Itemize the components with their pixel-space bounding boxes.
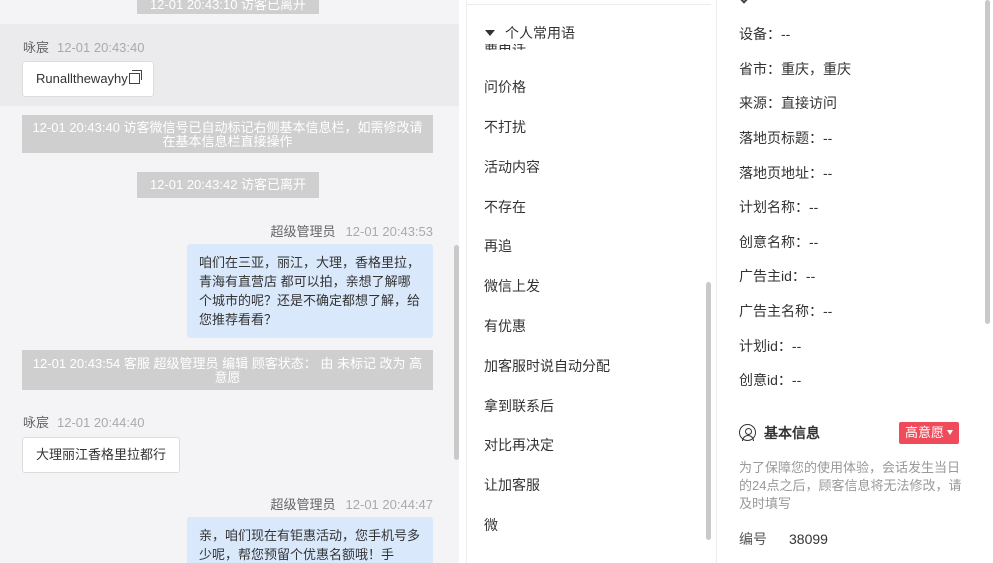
chat-scrollbar[interactable] — [454, 245, 459, 460]
field-label: 落地页标题： — [739, 130, 823, 146]
field-value: -- — [791, 372, 802, 388]
field-label: 落地页地址： — [739, 165, 823, 181]
divider — [467, 4, 711, 5]
info-field-source: 来源：直接访问 — [739, 93, 837, 113]
phrase-item[interactable]: 不存在 — [484, 197, 526, 217]
field-label: 广告主id： — [739, 268, 806, 284]
field-label: 来源： — [739, 95, 781, 111]
visitor-message-bubble[interactable]: Runallthewayhy — [22, 61, 154, 97]
field-label: 编号 — [739, 531, 767, 547]
system-message: 12-01 20:43:10 访客已离开 — [137, 0, 319, 14]
message-text: Runallthewayhy — [36, 71, 128, 86]
phrase-item[interactable]: 活动内容 — [484, 157, 540, 177]
basic-info-title: 基本信息 — [739, 423, 820, 443]
caret-down-icon — [485, 30, 495, 36]
field-value: -- — [809, 199, 819, 215]
phrases-group-header[interactable]: 个人常用语 — [485, 22, 583, 44]
phrase-item[interactable]: 不打扰 — [484, 117, 526, 137]
message-meta: 超级管理员 12-01 20:44:47 — [271, 494, 433, 513]
sender-name: 咏宸 — [23, 415, 50, 430]
phrase-item[interactable]: 有优惠 — [484, 316, 526, 336]
message-time: 12-01 20:44:47 — [345, 497, 433, 512]
system-message: 12-01 20:43:54 客服 超级管理员 编辑 顾客状态： 由 未标记 改… — [22, 350, 433, 390]
sender-name: 咏宸 — [23, 40, 50, 55]
info-field-creative-id: 创意id：-- — [739, 370, 801, 390]
customer-number: 编号 38099 — [739, 529, 828, 549]
message-time: 12-01 20:43:40 — [57, 40, 145, 55]
info-field-landing-url: 落地页地址：-- — [739, 163, 832, 183]
phrases-panel: 要电话 个人常用语 问价格 不打扰 活动内容 不存在 再追 微信上发 有优惠 加… — [466, 0, 711, 563]
info-field-device: 设备：-- — [739, 24, 790, 44]
field-value: -- — [805, 268, 816, 284]
phrases-scrollbar[interactable] — [706, 282, 711, 540]
intent-status-dropdown[interactable]: 高意愿 — [899, 422, 960, 444]
message-text: 咱们在三亚，丽江，大理，香格里拉，青海有直营店 都可以拍，亲想了解哪个城市的呢？… — [199, 255, 421, 327]
chat-panel: 12-01 20:43:10 访客已离开 咏宸 12-01 20:43:40 Ru… — [0, 0, 459, 563]
agent-message-bubble[interactable]: 亲，咱们现在有钜惠活动，您手机号多少呢，帮您预留个优惠名额哦！手 — [187, 517, 433, 563]
phrase-item[interactable]: 加客服时说自动分配 — [484, 356, 610, 376]
sender-name: 超级管理员 — [270, 224, 336, 239]
sender-name: 超级管理员 — [270, 497, 336, 512]
phrase-item[interactable]: 问价格 — [484, 77, 526, 97]
message-meta: 超级管理员 12-01 20:43:53 — [271, 221, 433, 240]
field-label: 计划名称： — [739, 199, 809, 215]
info-field-province-city: 省市：重庆，重庆 — [739, 59, 851, 79]
section-title-text: 基本信息 — [764, 425, 820, 441]
system-message: 12-01 20:43:42 访客已离开 — [137, 172, 319, 198]
intent-status-label: 高意愿 — [905, 425, 945, 440]
phrases-group-label: 个人常用语 — [505, 25, 575, 41]
info-field-plan-name: 计划名称：-- — [739, 197, 818, 217]
field-value: 重庆，重庆 — [781, 61, 851, 77]
copy-icon[interactable] — [128, 70, 142, 84]
field-label: 省市： — [739, 61, 781, 77]
phrase-item[interactable]: 再追 — [484, 236, 512, 256]
field-value: -- — [823, 303, 833, 319]
message-time: 12-01 20:44:40 — [57, 415, 145, 430]
caret-down-icon — [947, 430, 954, 435]
phrase-item[interactable]: 微信上发 — [484, 276, 540, 296]
user-circle-icon — [739, 424, 756, 441]
chevron-icon[interactable] — [738, 0, 750, 4]
field-label: 广告主名称： — [739, 303, 823, 319]
info-panel: 设备：-- 省市：重庆，重庆 来源：直接访问 落地页标题：-- 落地页地址：--… — [717, 0, 993, 563]
field-label: 创意名称： — [739, 234, 809, 250]
field-value: -- — [823, 165, 833, 181]
field-label: 创意id： — [739, 372, 792, 388]
info-field-advertiser-id: 广告主id：-- — [739, 266, 815, 286]
app-root: 12-01 20:43:10 访客已离开 咏宸 12-01 20:43:40 Ru… — [0, 0, 993, 563]
phrase-item[interactable]: 微 — [484, 515, 498, 535]
field-value: 38099 — [789, 531, 828, 547]
field-value: -- — [791, 338, 802, 354]
info-note: 为了保障您的使用体验，会话发生当日的24点之后，顾客信息将无法修改，请及时填写 — [739, 460, 962, 511]
info-field-landing-title: 落地页标题：-- — [739, 128, 832, 148]
message-time: 12-01 20:43:53 — [345, 224, 433, 239]
info-field-advertiser-name: 广告主名称：-- — [739, 301, 832, 321]
message-meta: 咏宸 12-01 20:44:40 — [23, 412, 144, 431]
field-label: 设备： — [739, 26, 781, 42]
message-text: 大理丽江香格里拉都行 — [36, 447, 167, 462]
field-value: -- — [823, 130, 833, 146]
field-value: -- — [781, 26, 791, 42]
message-text: 亲，咱们现在有钜惠活动，您手机号多少呢，帮您预留个优惠名额哦！手 — [199, 528, 421, 562]
message-meta: 咏宸 12-01 20:43:40 — [23, 37, 144, 56]
agent-message-bubble[interactable]: 咱们在三亚，丽江，大理，香格里拉，青海有直营店 都可以拍，亲想了解哪个城市的呢？… — [187, 244, 433, 338]
info-field-plan-id: 计划id：-- — [739, 336, 801, 356]
phrase-item[interactable]: 对比再决定 — [484, 435, 554, 455]
visitor-message-bubble[interactable]: 大理丽江香格里拉都行 — [22, 437, 181, 473]
phrase-item[interactable]: 拿到联系后 — [484, 396, 554, 416]
info-scrollbar[interactable] — [985, 0, 990, 324]
info-field-creative-name: 创意名称：-- — [739, 232, 818, 252]
system-message: 12-01 20:43:40 访客微信号已自动标记右侧基本信息栏，如需修改请在基… — [22, 115, 433, 153]
field-value: 直接访问 — [781, 95, 837, 111]
field-value: -- — [809, 234, 819, 250]
phrase-item[interactable]: 让加客服 — [484, 475, 540, 495]
field-label: 计划id： — [739, 338, 792, 354]
